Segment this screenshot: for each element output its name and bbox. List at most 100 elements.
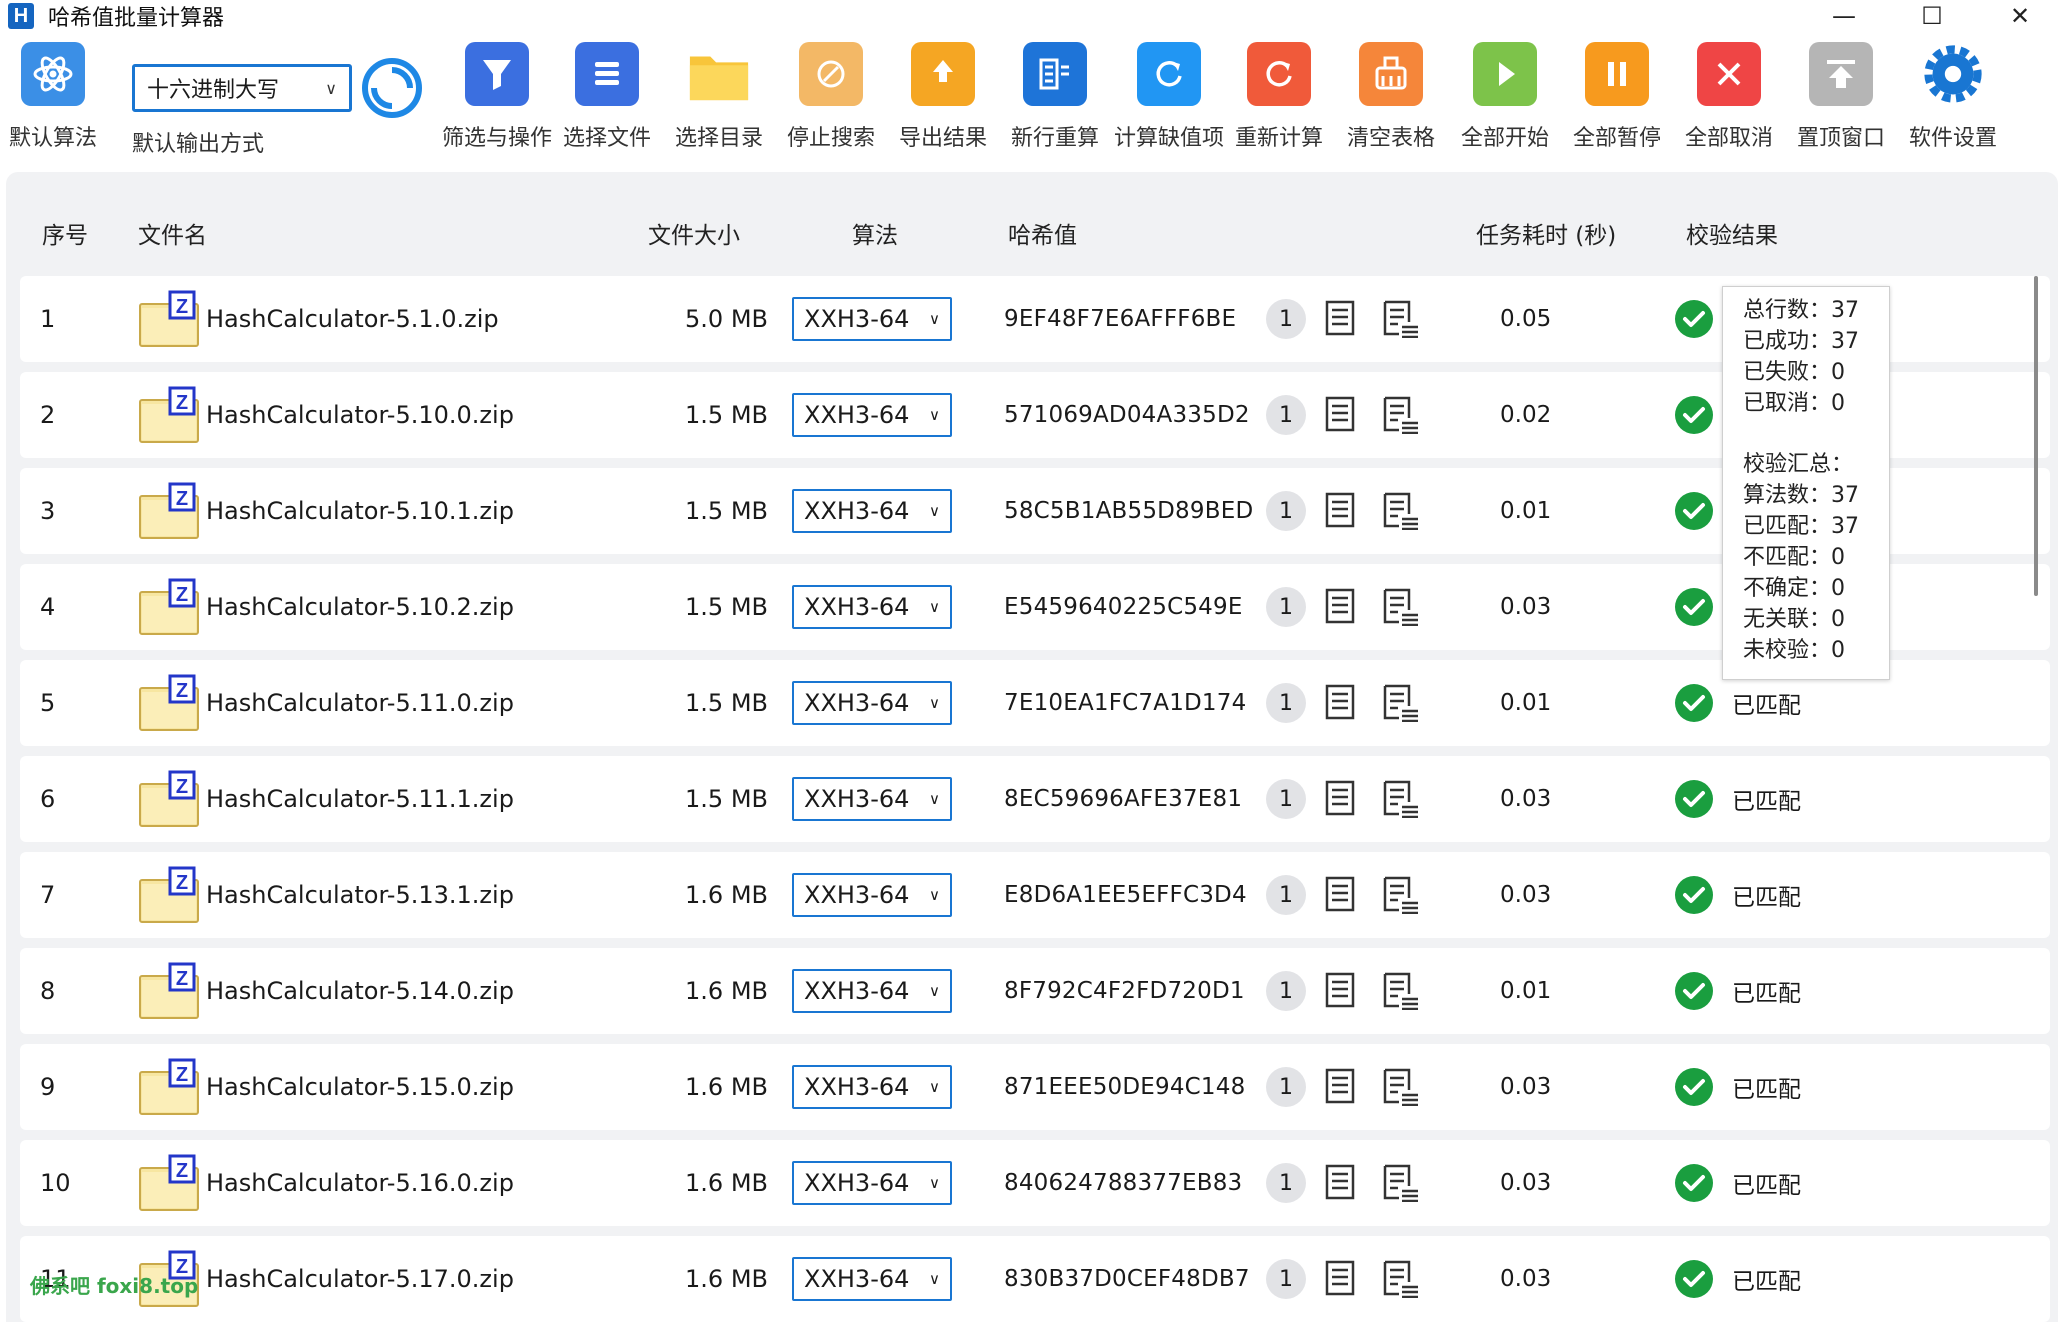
toolbar-button-file-list[interactable]: 选择文件: [552, 42, 662, 152]
row-hash-count-badge[interactable]: 1: [1266, 587, 1306, 627]
toolbar-button-cancel[interactable]: 全部取消: [1674, 42, 1784, 152]
row-hash[interactable]: 9EF48F7E6AFFF6BE: [1004, 306, 1236, 332]
output-format-select[interactable]: 十六进制大写 ∨: [132, 64, 352, 112]
toolbar-button-pause[interactable]: 全部暂停: [1562, 42, 1672, 152]
document-detail-icon[interactable]: [1382, 876, 1420, 915]
table-row[interactable]: 11 Z HashCalculator-5.17.0.zip 1.6 MB XXH3-6…: [20, 1236, 2050, 1322]
document-detail-icon[interactable]: [1382, 492, 1420, 531]
row-algorithm-select[interactable]: XXH3-64 ∨: [792, 489, 952, 533]
table-row[interactable]: 10 Z HashCalculator-5.16.0.zip 1.6 MB XXH3-6…: [20, 1140, 2050, 1226]
row-algorithm-select[interactable]: XXH3-64 ∨: [792, 1065, 952, 1109]
toolbar-button-calc-missing[interactable]: 计算缺值项: [1114, 42, 1224, 152]
document-detail-icon[interactable]: [1382, 1068, 1420, 1107]
row-result: 已匹配: [1732, 1269, 1801, 1295]
row-algorithm-select[interactable]: XXH3-64 ∨: [792, 297, 952, 341]
row-algorithm-select[interactable]: XXH3-64 ∨: [792, 777, 952, 821]
row-algorithm-select[interactable]: XXH3-64 ∨: [792, 393, 952, 437]
table-row[interactable]: 8 Z HashCalculator-5.14.0.zip 1.6 MB XXH3-64…: [20, 948, 2050, 1034]
row-hash[interactable]: 8F792C4F2FD720D1: [1004, 978, 1245, 1004]
header-duration[interactable]: 任务耗时 (秒): [1476, 216, 1616, 250]
document-detail-icon[interactable]: [1382, 396, 1420, 435]
document-detail-icon[interactable]: [1382, 1260, 1420, 1299]
vertical-scrollbar[interactable]: [2034, 276, 2038, 596]
close-button[interactable]: ✕: [1976, 0, 2064, 32]
row-hash-count-badge[interactable]: 1: [1266, 1163, 1306, 1203]
row-hash-count-badge[interactable]: 1: [1266, 779, 1306, 819]
row-algorithm-value: XXH3-64: [804, 881, 910, 909]
header-index[interactable]: 序号: [42, 216, 88, 250]
row-hash[interactable]: 58C5B1AB55D89BED: [1004, 498, 1253, 524]
toolbar-button-gear[interactable]: 软件设置: [1898, 42, 2008, 152]
toolbar-button-clear-table[interactable]: 清空表格: [1336, 42, 1446, 152]
header-filename[interactable]: 文件名: [138, 216, 207, 250]
row-hash[interactable]: 8EC59696AFE37E81: [1004, 786, 1242, 812]
verification-summary-tooltip: 总行数：37 已成功：37 已失败：0 已取消：0 校验汇总： 算法数：37 已匹配：37…: [1722, 286, 1890, 680]
row-algorithm-value: XXH3-64: [804, 593, 910, 621]
toolbar-button-recalc[interactable]: 重新计算: [1224, 42, 1334, 152]
row-hash[interactable]: 830B37D0CEF48DB7: [1004, 1266, 1250, 1292]
stop-search-icon: [799, 42, 863, 106]
row-algorithm-select[interactable]: XXH3-64 ∨: [792, 585, 952, 629]
document-icon[interactable]: [1324, 972, 1358, 1010]
header-result[interactable]: 校验结果: [1686, 216, 1778, 250]
toolbar-button-pin-top[interactable]: 置顶窗口: [1786, 42, 1896, 152]
toolbar-button-filter[interactable]: 筛选与操作: [442, 42, 552, 152]
toolbar-button-new-row-recalc[interactable]: 新行重算: [1000, 42, 1110, 152]
document-icon[interactable]: [1324, 1260, 1358, 1298]
chevron-down-icon: ∨: [929, 1174, 940, 1192]
row-hash-count-badge[interactable]: 1: [1266, 491, 1306, 531]
minimize-button[interactable]: —: [1800, 0, 1888, 32]
document-detail-icon[interactable]: [1382, 588, 1420, 627]
row-algorithm-select[interactable]: XXH3-64 ∨: [792, 1161, 952, 1205]
refresh-circle-icon[interactable]: [360, 56, 424, 120]
row-hash[interactable]: 7E10EA1FC7A1D174: [1004, 690, 1246, 716]
header-algorithm[interactable]: 算法: [852, 216, 898, 250]
document-icon[interactable]: [1324, 396, 1358, 434]
row-hash-count-badge[interactable]: 1: [1266, 395, 1306, 435]
row-hash-count-badge[interactable]: 1: [1266, 1067, 1306, 1107]
row-hash-count-badge[interactable]: 1: [1266, 971, 1306, 1011]
row-hash-count-badge[interactable]: 1: [1266, 683, 1306, 723]
row-hash-count-badge[interactable]: 1: [1266, 299, 1306, 339]
row-hash-count-badge[interactable]: 1: [1266, 1259, 1306, 1299]
watermark: 佛系吧 foxi8.top: [30, 1274, 199, 1298]
document-detail-icon[interactable]: [1382, 684, 1420, 723]
document-icon[interactable]: [1324, 300, 1358, 338]
document-detail-icon[interactable]: [1382, 972, 1420, 1011]
pin-top-icon: [1809, 42, 1873, 106]
toolbar-button-play[interactable]: 全部开始: [1450, 42, 1560, 152]
row-algorithm-select[interactable]: XXH3-64 ∨: [792, 681, 952, 725]
toolbar-button-stop-search[interactable]: 停止搜索: [776, 42, 886, 152]
row-hash[interactable]: E5459640225C549E: [1004, 594, 1243, 620]
row-algorithm-select[interactable]: XXH3-64 ∨: [792, 873, 952, 917]
row-hash[interactable]: 571069AD04A335D2: [1004, 402, 1250, 428]
row-hash[interactable]: 871EEE50DE94C148: [1004, 1074, 1245, 1100]
table-row[interactable]: 9 Z HashCalculator-5.15.0.zip 1.6 MB XXH3-64…: [20, 1044, 2050, 1130]
maximize-button[interactable]: ☐: [1888, 0, 1976, 32]
header-filesize[interactable]: 文件大小: [648, 216, 740, 250]
output-format-label: 默认输出方式: [132, 132, 265, 157]
document-detail-icon[interactable]: [1382, 300, 1420, 339]
document-detail-icon[interactable]: [1382, 1164, 1420, 1203]
row-hash[interactable]: E8D6A1EE5EFFC3D4: [1004, 882, 1247, 908]
header-hash[interactable]: 哈希值: [1008, 216, 1077, 250]
toolbar-button-export[interactable]: 导出结果: [888, 42, 998, 152]
document-icon[interactable]: [1324, 588, 1358, 626]
row-algorithm-select[interactable]: XXH3-64 ∨: [792, 1257, 952, 1301]
document-icon[interactable]: [1324, 684, 1358, 722]
document-icon[interactable]: [1324, 1068, 1358, 1106]
document-detail-icon[interactable]: [1382, 780, 1420, 819]
default-algorithm-button[interactable]: 默认算法: [0, 42, 108, 152]
toolbar-button-folder[interactable]: 选择目录: [664, 42, 774, 152]
document-icon[interactable]: [1324, 1164, 1358, 1202]
table-row[interactable]: 6 Z HashCalculator-5.11.1.zip 1.5 MB XXH3-64…: [20, 756, 2050, 842]
document-icon[interactable]: [1324, 876, 1358, 914]
row-algorithm-select[interactable]: XXH3-64 ∨: [792, 969, 952, 1013]
document-icon[interactable]: [1324, 780, 1358, 818]
row-algorithm-value: XXH3-64: [804, 977, 910, 1005]
row-hash-count-badge[interactable]: 1: [1266, 875, 1306, 915]
toolbar-button-label: 全部开始: [1460, 126, 1549, 151]
row-hash[interactable]: 840624788377EB83: [1004, 1170, 1242, 1196]
table-row[interactable]: 7 Z HashCalculator-5.13.1.zip 1.6 MB XXH3-64…: [20, 852, 2050, 938]
document-icon[interactable]: [1324, 492, 1358, 530]
